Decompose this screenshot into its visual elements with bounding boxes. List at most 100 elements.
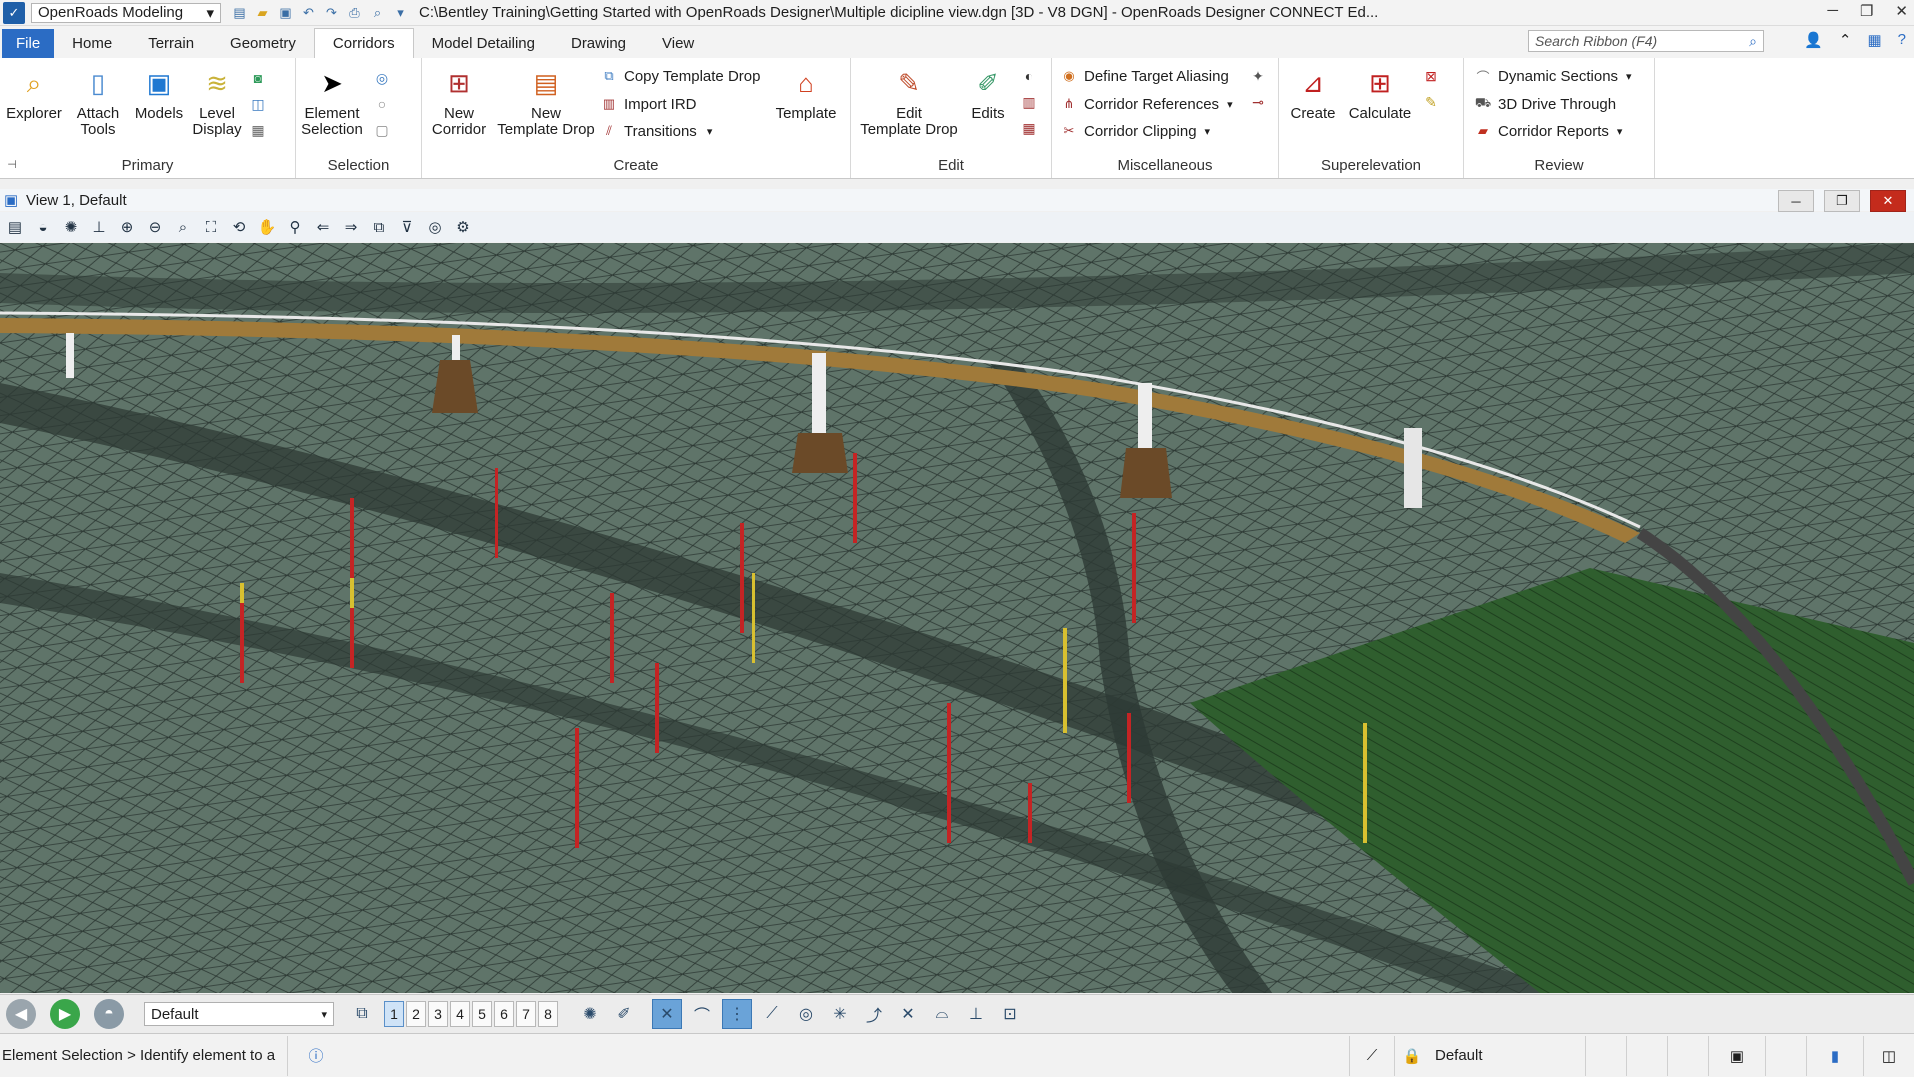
tangent-snap-icon[interactable]: ⤴	[860, 1000, 888, 1028]
user-icon[interactable]: 👤	[1804, 31, 1823, 49]
tab-home[interactable]: Home	[54, 29, 130, 58]
pan-view-icon[interactable]: ✋	[256, 216, 278, 238]
close-icon[interactable]: ✕	[1895, 2, 1908, 20]
find-icon[interactable]: ⌕	[369, 4, 386, 21]
key-stations-icon[interactable]: ▥	[1019, 92, 1039, 112]
select-all-icon[interactable]: ◎	[372, 68, 392, 88]
drive-through-button[interactable]: ⛟ 3D Drive Through	[1474, 95, 1616, 113]
walk-icon[interactable]: ⚲	[284, 216, 306, 238]
design-history-icon[interactable]: ▮	[1806, 1035, 1863, 1076]
undo-icon[interactable]: ↶	[300, 4, 317, 21]
help-icon[interactable]: ?	[1898, 31, 1906, 49]
display-style-icon[interactable]: ◒	[32, 216, 54, 238]
fit-view-icon[interactable]: ⛶	[200, 216, 222, 238]
tab-file[interactable]: File	[2, 29, 55, 58]
minimize-icon[interactable]: ─	[1827, 2, 1838, 20]
bentley-cloud-icon[interactable]: ▦	[1867, 31, 1881, 49]
view-next-icon[interactable]: ⇒	[340, 216, 362, 238]
perpendicular-snap-icon[interactable]: ⊥	[962, 1000, 990, 1028]
accusnap-icon[interactable]: ⟋	[1349, 1035, 1394, 1076]
snap-mode-icon[interactable]: ✐	[610, 1000, 638, 1028]
view-windows-icon[interactable]: ⧉	[348, 1000, 376, 1028]
update-view-icon[interactable]: ⊥	[88, 216, 110, 238]
corridor-references-button[interactable]: ⋔ Corridor References ▾	[1060, 95, 1233, 113]
tab-model-detailing[interactable]: Model Detailing	[414, 29, 553, 58]
transitions-button[interactable]: ⫽ Transitions ▾	[600, 122, 712, 140]
superelevation-sections-icon[interactable]: ⊠	[1421, 66, 1441, 86]
new-template-drop-button[interactable]: ▤ New Template Drop	[496, 64, 596, 138]
import-ird-button[interactable]: ▥ Import IRD	[600, 95, 697, 113]
lighting-icon[interactable]: ✺	[60, 216, 82, 238]
print-icon[interactable]: ⎙	[346, 4, 363, 21]
intersection-snap-icon[interactable]: ✕	[894, 1000, 922, 1028]
workflow-selector[interactable]: OpenRoads Modeling ▾	[31, 2, 221, 23]
parallel-snap-icon[interactable]: ⌓	[928, 1000, 956, 1028]
zoom-out-icon[interactable]: ⊖	[144, 216, 166, 238]
window-area-icon[interactable]: ⌕	[172, 216, 194, 238]
back-icon[interactable]: ◀	[6, 999, 36, 1029]
explorer-button[interactable]: ⌕ Explorer	[6, 64, 62, 122]
corridor-reports-button[interactable]: ▰ Corridor Reports ▾	[1474, 122, 1622, 140]
tab-corridors[interactable]: Corridors	[313, 28, 414, 58]
multi-snap-icon[interactable]: ⊡	[996, 1000, 1024, 1028]
view-button-6[interactable]: 6	[494, 1001, 514, 1027]
parametric-constraint-icon[interactable]: ▦	[1019, 118, 1039, 138]
view-button-2[interactable]: 2	[406, 1001, 426, 1027]
rotate-view-icon[interactable]: ⟲	[228, 216, 250, 238]
view-attributes-icon[interactable]: ▤	[4, 216, 26, 238]
app-logo-icon[interactable]: ✓	[3, 1, 25, 24]
camera-icon[interactable]: ◎	[424, 216, 446, 238]
pin-ribbon-icon[interactable]: ⊣	[2, 154, 22, 174]
view-button-4[interactable]: 4	[450, 1001, 470, 1027]
open-folder-icon[interactable]: ▰	[254, 4, 271, 21]
nearest-snap-icon[interactable]: ⌒	[688, 1000, 716, 1028]
forward-icon[interactable]: ▶	[50, 999, 80, 1029]
customize-qat-icon[interactable]: ▾	[392, 4, 409, 21]
edits-button[interactable]: ✐ Edits	[963, 64, 1013, 122]
view-button-8[interactable]: 8	[538, 1001, 558, 1027]
save-icon[interactable]: ▣	[277, 4, 294, 21]
view-settings-icon[interactable]: ⚙	[452, 216, 474, 238]
view-previous-icon[interactable]: ⇐	[312, 216, 334, 238]
tab-view[interactable]: View	[644, 29, 712, 58]
model-indicator-icon[interactable]: ◫	[1863, 1035, 1914, 1076]
level-display-button[interactable]: ≋ Level Display	[190, 64, 244, 138]
restore-icon[interactable]: ❐	[1860, 2, 1873, 20]
save-settings-icon[interactable]: ▣	[1708, 1035, 1765, 1076]
dynamic-sections-button[interactable]: ⌒ Dynamic Sections ▾	[1474, 67, 1631, 85]
view-restore-icon[interactable]: ❐	[1824, 190, 1860, 212]
models-button[interactable]: ▣ Models	[132, 64, 186, 122]
view-minimize-icon[interactable]: ─	[1778, 190, 1814, 212]
corridor-clipping-button[interactable]: ✂ Corridor Clipping ▾	[1060, 122, 1211, 140]
view-button-1[interactable]: 1	[384, 1001, 404, 1027]
view-button-7[interactable]: 7	[516, 1001, 536, 1027]
element-selection-button[interactable]: ➤ Element Selection	[300, 64, 364, 138]
lock-icon[interactable]: 🔒	[1394, 1035, 1429, 1076]
center-snap-icon[interactable]: ◎	[792, 1000, 820, 1028]
bisector-snap-icon[interactable]: ✳	[826, 1000, 854, 1028]
keypoint-snap-icon[interactable]: ✕	[652, 999, 682, 1029]
view-button-5[interactable]: 5	[472, 1001, 492, 1027]
box-select-icon[interactable]: ▢	[372, 120, 392, 140]
references-icon[interactable]: ◙	[248, 68, 268, 88]
active-level[interactable]: Default	[1429, 1036, 1585, 1076]
template-button[interactable]: ⌂ Template	[772, 64, 840, 122]
origin-snap-icon[interactable]: ⟋	[758, 1000, 786, 1028]
corridor-objects-icon[interactable]: ◐	[1019, 66, 1039, 86]
tab-drawing[interactable]: Drawing	[553, 29, 644, 58]
clip-volume-icon[interactable]: ⊽	[396, 216, 418, 238]
edit-template-drop-button[interactable]: ✎ Edit Template Drop	[857, 64, 961, 138]
view-button-3[interactable]: 3	[428, 1001, 448, 1027]
attach-tools-button[interactable]: ▯ Attach Tools	[70, 64, 126, 138]
view-group-select[interactable]: Default ▾	[144, 1002, 334, 1026]
view-close-icon[interactable]: ✕	[1870, 190, 1906, 212]
calculate-button[interactable]: ⊞ Calculate	[1345, 64, 1415, 122]
redo-icon[interactable]: ↷	[323, 4, 340, 21]
define-target-aliasing-button[interactable]: ◉ Define Target Aliasing	[1060, 67, 1229, 85]
circle-select-icon[interactable]: ○	[372, 94, 392, 114]
new-corridor-button[interactable]: ⊞ New Corridor	[426, 64, 492, 138]
message-center-icon[interactable]: ⓘ	[287, 1035, 344, 1076]
midpoint-snap-icon[interactable]: ⋮	[722, 999, 752, 1029]
tools-icon[interactable]: ⊸	[1248, 92, 1268, 112]
copy-view-icon[interactable]: ⧉	[368, 216, 390, 238]
